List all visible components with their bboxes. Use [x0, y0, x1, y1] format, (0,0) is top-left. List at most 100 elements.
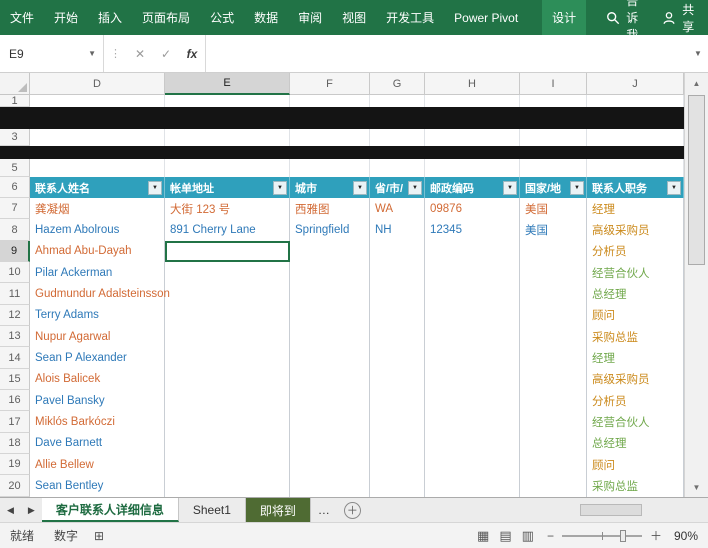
row-header-5[interactable]: 5 — [0, 159, 30, 177]
cell-state[interactable] — [370, 283, 425, 304]
formula-input[interactable] — [205, 35, 688, 72]
cell-zip[interactable] — [425, 433, 520, 454]
horizontal-scrollbar-thumb[interactable] — [580, 504, 642, 516]
row-header-12[interactable]: 12 — [0, 305, 30, 326]
cell-state[interactable] — [370, 454, 425, 475]
cell-state[interactable] — [370, 326, 425, 347]
selected-cell[interactable] — [165, 241, 290, 262]
cell-zip[interactable] — [425, 241, 520, 262]
zoom-in-button[interactable]: ＋ — [642, 527, 670, 544]
cell-address[interactable] — [165, 454, 290, 475]
cell-city[interactable]: 西雅图 — [290, 198, 370, 219]
cell-title[interactable]: 顾问 — [587, 305, 684, 326]
table-header-cell[interactable]: 帐单地址▼ — [165, 177, 290, 198]
cell-state[interactable] — [370, 411, 425, 432]
cell-title[interactable]: 高级采购员 — [587, 369, 684, 390]
tell-me-tab[interactable]: 告诉我 — [596, 0, 648, 35]
cell-zip[interactable]: 09876 — [425, 198, 520, 219]
row-header-17[interactable]: 17 — [0, 411, 30, 432]
row-header-18[interactable]: 18 — [0, 433, 30, 454]
cell-state[interactable] — [370, 347, 425, 368]
view-normal-icon[interactable]: ▦ — [472, 528, 494, 544]
ribbon-tab[interactable]: 设计 — [542, 0, 586, 35]
cell-title[interactable]: 经营合伙人 — [587, 411, 684, 432]
ribbon-tab[interactable]: 页面布局 — [132, 0, 200, 35]
cell-address[interactable]: 891 Cherry Lane — [165, 219, 290, 240]
cell-name[interactable]: Sean P Alexander — [30, 347, 165, 368]
row-header-1[interactable]: 1 — [0, 95, 30, 107]
cell-country[interactable] — [520, 411, 587, 432]
view-page-layout-icon[interactable]: ▤ — [494, 528, 516, 544]
cell-zip[interactable] — [425, 262, 520, 283]
row-header-16[interactable]: 16 — [0, 390, 30, 411]
sheet-nav-left-icon[interactable]: ◀ — [0, 498, 21, 522]
row-header-8[interactable]: 8 — [0, 219, 30, 240]
cell-name[interactable]: Alois Balicek — [30, 369, 165, 390]
share-button[interactable]: 共享 — [648, 0, 708, 35]
cell-title[interactable]: 经营合伙人 — [587, 262, 684, 283]
cell-name[interactable]: Allie Bellew — [30, 454, 165, 475]
cell-country[interactable] — [520, 283, 587, 304]
cell-city[interactable]: Springfield — [290, 219, 370, 240]
filter-button[interactable]: ▼ — [570, 181, 584, 195]
cell-title[interactable]: 总经理 — [587, 283, 684, 304]
filter-button[interactable]: ▼ — [408, 181, 422, 195]
cell-name[interactable]: 龚凝烟 — [30, 198, 165, 219]
row-header-19[interactable]: 19 — [0, 454, 30, 475]
cell-city[interactable] — [290, 369, 370, 390]
cell-name[interactable]: Ahmad Abu-Dayah — [30, 241, 165, 262]
cell-address[interactable] — [165, 262, 290, 283]
cell-country[interactable] — [520, 241, 587, 262]
cell-title[interactable]: 分析员 — [587, 241, 684, 262]
banner-row[interactable] — [0, 107, 684, 129]
cell-country[interactable] — [520, 347, 587, 368]
cell-title[interactable]: 分析员 — [587, 390, 684, 411]
ribbon-tab[interactable]: 文件 — [0, 0, 44, 35]
scroll-up-icon[interactable]: ▲ — [685, 73, 708, 93]
cell-state[interactable] — [370, 241, 425, 262]
cell-name[interactable]: Gudmundur Adalsteinsson — [30, 283, 165, 304]
cell-title[interactable]: 经理 — [587, 198, 684, 219]
column-header-H[interactable]: H — [425, 73, 520, 95]
cell-state[interactable] — [370, 262, 425, 283]
zoom-out-button[interactable]: − — [539, 529, 562, 543]
cell-name[interactable]: Nupur Agarwal — [30, 326, 165, 347]
cell-name[interactable]: Pilar Ackerman — [30, 262, 165, 283]
cell-city[interactable] — [290, 262, 370, 283]
table-header-cell[interactable]: 邮政编码▼ — [425, 177, 520, 198]
cell-address[interactable] — [165, 347, 290, 368]
cell-address[interactable] — [165, 369, 290, 390]
cell-country[interactable] — [520, 369, 587, 390]
table-header-cell[interactable]: 联系人姓名▼ — [30, 177, 165, 198]
cell-title[interactable]: 顾问 — [587, 454, 684, 475]
cell-zip[interactable] — [425, 411, 520, 432]
column-header-D[interactable]: D — [30, 73, 165, 95]
cell-name[interactable]: Pavel Bansky — [30, 390, 165, 411]
vertical-scrollbar[interactable]: ▲ ▼ — [684, 73, 708, 497]
view-page-break-icon[interactable]: ▥ — [517, 528, 539, 544]
cell-state[interactable] — [370, 390, 425, 411]
cell-state[interactable] — [370, 433, 425, 454]
row-header-13[interactable]: 13 — [0, 326, 30, 347]
cell-country[interactable]: 美国 — [520, 198, 587, 219]
cell-name[interactable]: Dave Barnett — [30, 433, 165, 454]
ribbon-tab[interactable]: 公式 — [200, 0, 244, 35]
cancel-entry-button[interactable]: ✕ — [127, 35, 153, 72]
cell-name[interactable]: Sean Bentley — [30, 475, 165, 496]
ribbon-tab[interactable]: 视图 — [332, 0, 376, 35]
cell-city[interactable] — [290, 475, 370, 496]
cell-address[interactable] — [165, 305, 290, 326]
vertical-scrollbar-thumb[interactable] — [688, 95, 705, 265]
table-header-cell[interactable]: 省/市/▼ — [370, 177, 425, 198]
sheet-tab[interactable]: 客户联系人详细信息 — [42, 498, 179, 522]
cell-zip[interactable] — [425, 305, 520, 326]
cell-city[interactable] — [290, 347, 370, 368]
cell-address[interactable] — [165, 390, 290, 411]
cell-name[interactable]: Terry Adams — [30, 305, 165, 326]
cell-state[interactable] — [370, 305, 425, 326]
horizontal-scrollbar[interactable] — [572, 498, 682, 522]
row-header-10[interactable]: 10 — [0, 262, 30, 283]
cell-city[interactable] — [290, 433, 370, 454]
sheet-tab[interactable]: 即将到 — [246, 498, 311, 522]
confirm-entry-button[interactable]: ✓ — [153, 35, 179, 72]
